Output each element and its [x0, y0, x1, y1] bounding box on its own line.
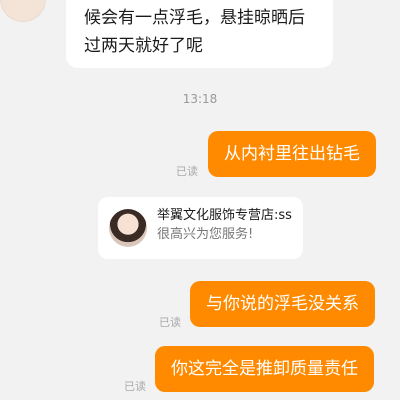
store-card-text: 举翼文化服饰专营店:ss 很高兴为您服务!	[157, 207, 292, 245]
outgoing-message-text: 你这完全是推卸质量责任	[171, 359, 358, 379]
store-greeting-card[interactable]: 举翼文化服饰专营店:ss 很高兴为您服务!	[98, 197, 303, 259]
outgoing-message-bubble[interactable]: 从内衬里往出钻毛	[208, 131, 376, 177]
outgoing-message-text: 与你说的浮毛没关系	[206, 294, 359, 314]
message-timestamp: 13:18	[182, 92, 218, 106]
chat-thread: 候会有一点浮毛，悬挂晾晒后 过两天就好了呢 13:18 从内衬里往出钻毛 已读 …	[0, 0, 400, 400]
incoming-message-line: 过两天就好了呢	[84, 36, 203, 56]
store-greeting-text: 很高兴为您服务!	[157, 227, 254, 242]
outgoing-message-bubble[interactable]: 你这完全是推卸质量责任	[155, 346, 374, 392]
outgoing-message-text: 从内衬里往出钻毛	[224, 144, 360, 164]
store-name: 举翼文化服饰专营店:ss	[157, 208, 292, 223]
customer-service-avatar[interactable]	[0, 0, 46, 22]
read-receipt: 已读	[124, 380, 146, 393]
incoming-message-line: 候会有一点浮毛，悬挂晾晒后	[84, 8, 305, 28]
incoming-message-bubble[interactable]: 候会有一点浮毛，悬挂晾晒后 过两天就好了呢	[66, 0, 333, 68]
outgoing-message-bubble[interactable]: 与你说的浮毛没关系	[190, 281, 375, 327]
read-receipt: 已读	[159, 316, 181, 329]
read-receipt: 已读	[176, 165, 198, 178]
store-avatar[interactable]	[109, 209, 147, 247]
